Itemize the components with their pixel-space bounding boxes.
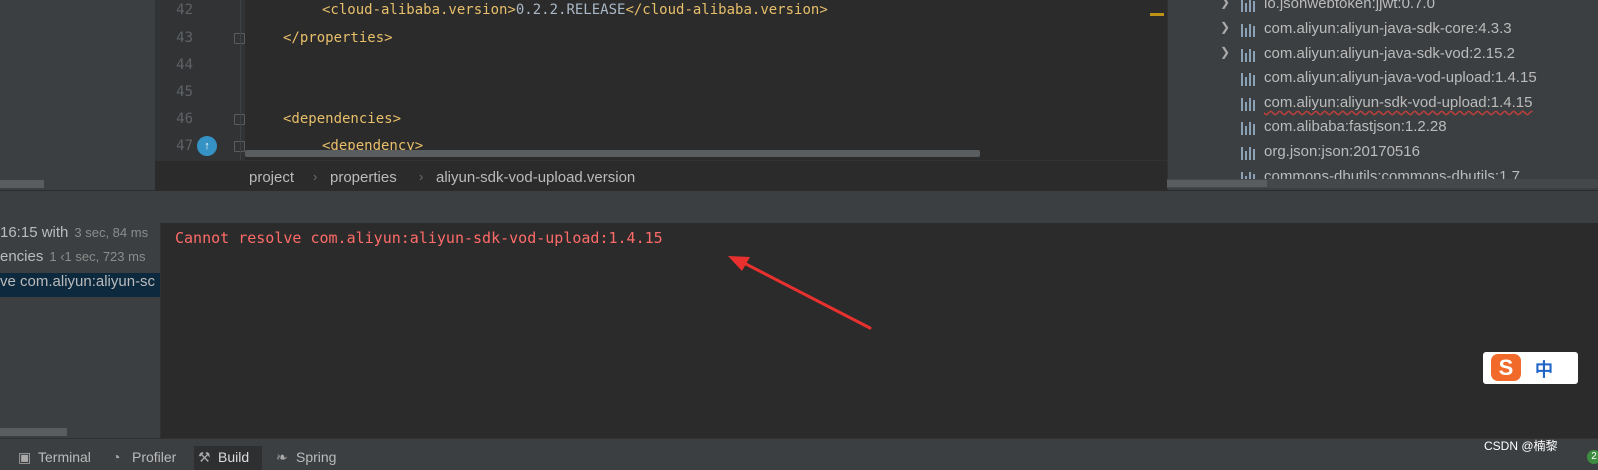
ime-language-toggle[interactable]: 中 xyxy=(1535,356,1553,382)
library-icon xyxy=(1241,24,1257,37)
line-number: 45 xyxy=(176,84,193,100)
dependency-label: com.alibaba:fastjson:1.2.28 xyxy=(1264,118,1447,135)
dependency-item[interactable]: ❯ com.aliyun:aliyun-java-sdk-vod:2.15.2 xyxy=(1168,45,1598,67)
build-tree-item[interactable]: 16:15 with 3 sec, 84 ms xyxy=(0,224,160,248)
spring-leaf-icon: ❧ xyxy=(276,449,288,465)
dependencies-scrollbar[interactable] xyxy=(1167,179,1598,188)
breadcrumb-item-project[interactable]: project xyxy=(249,169,294,186)
breadcrumb: project › properties › aliyun-sdk-vod-up… xyxy=(155,160,1167,191)
chevron-right-icon[interactable]: ❯ xyxy=(1220,45,1230,59)
dependency-item[interactable]: com.alibaba:fastjson:1.2.28 xyxy=(1168,118,1598,140)
build-tree-label: ve com.aliyun:aliyun-sc xyxy=(0,273,156,290)
build-tool-window-header xyxy=(0,190,1598,224)
fold-guide-line xyxy=(240,0,241,160)
xml-tag: </properties> xyxy=(283,30,393,46)
editor-gutter: 42 43 44 45 46 47 xyxy=(155,0,245,160)
warning-stripe-marker[interactable] xyxy=(1150,13,1164,16)
sogou-logo-icon: S xyxy=(1491,354,1521,381)
editor-horizontal-scrollbar[interactable] xyxy=(245,150,980,157)
tab-label: Terminal xyxy=(38,449,91,465)
build-duration: 1 ‹1 sec, 723 ms xyxy=(49,249,146,264)
dependency-label: com.aliyun:aliyun-sdk-vod-upload:1.4.15 xyxy=(1264,94,1533,111)
maven-dependencies-panel: ❯ io.jsonwebtoken:jjwt:0.7.0 ❯ com.aliyu… xyxy=(1167,0,1598,190)
breadcrumb-item-properties[interactable]: properties xyxy=(330,169,397,186)
project-panel-scrollbar[interactable] xyxy=(0,180,44,188)
dependency-label: com.aliyun:aliyun-java-vod-upload:1.4.15 xyxy=(1264,69,1537,86)
tab-label: Spring xyxy=(296,449,337,465)
xml-text: 0.2.2.RELEASE xyxy=(515,2,626,18)
annotation-arrow-icon xyxy=(728,256,872,330)
breadcrumb-item-version[interactable]: aliyun-sdk-vod-upload.version xyxy=(436,169,635,186)
tab-label: Profiler xyxy=(132,449,177,465)
xml-tag: <dependencies> xyxy=(283,111,402,127)
build-tree-item[interactable]: encies 1 ‹1 sec, 723 ms xyxy=(0,248,160,272)
code-line-42: <cloud-alibaba.version>0.2.2.RELEASE</cl… xyxy=(322,2,828,18)
library-icon xyxy=(1241,122,1257,135)
build-tree-scrollbar[interactable] xyxy=(0,428,67,436)
line-number: 44 xyxy=(176,57,193,73)
terminal-icon: ▣ xyxy=(18,449,32,465)
tool-window-bar: ▣ Terminal ◔ Profiler ⚒ Build ❧ Spring xyxy=(0,438,1598,470)
dependency-item[interactable]: ❯ io.jsonwebtoken:jjwt:0.7.0 xyxy=(1168,0,1598,17)
dependency-item[interactable]: ❯ com.aliyun:aliyun-java-sdk-core:4.3.3 xyxy=(1168,20,1598,42)
build-tree-label: 16:15 with xyxy=(0,224,69,241)
line-number: 46 xyxy=(176,111,193,127)
notification-badge[interactable]: 2 xyxy=(1587,450,1598,464)
xml-tag: </cloud-alibaba.version> xyxy=(625,2,828,18)
library-icon xyxy=(1241,49,1257,62)
build-tree-item-selected[interactable]: ve com.aliyun:aliyun-sc xyxy=(0,273,160,297)
project-panel-strip xyxy=(0,0,155,190)
code-line-46: <dependencies> xyxy=(283,111,401,127)
tab-terminal[interactable]: ▣ Terminal xyxy=(14,446,98,470)
tab-spring[interactable]: ❧ Spring xyxy=(272,446,346,470)
library-icon xyxy=(1241,0,1257,12)
library-icon xyxy=(1241,73,1257,86)
xml-tag: <cloud-alibaba.version> xyxy=(322,2,516,18)
library-icon xyxy=(1241,147,1257,160)
line-number: 42 xyxy=(176,2,193,18)
dependency-gutter-icon[interactable]: ↑ xyxy=(197,136,217,156)
ime-toolbar[interactable]: S 中 xyxy=(1483,352,1578,384)
dependency-item[interactable]: com.aliyun:aliyun-java-vod-upload:1.4.15 xyxy=(1168,69,1598,91)
build-duration: 3 sec, 84 ms xyxy=(74,225,149,240)
chevron-right-icon[interactable]: ❯ xyxy=(1220,0,1230,9)
chevron-right-icon[interactable]: ❯ xyxy=(1220,20,1230,34)
hammer-icon: ⚒ xyxy=(198,449,211,465)
build-tree-label: encies xyxy=(0,248,44,265)
tab-profiler[interactable]: ◔ Profiler xyxy=(108,446,186,470)
dependency-item-unresolved[interactable]: com.aliyun:aliyun-sdk-vod-upload:1.4.15 xyxy=(1168,94,1598,116)
breadcrumb-separator: › xyxy=(419,169,424,184)
code-line-43: </properties> xyxy=(283,30,393,46)
code-editor[interactable]: <cloud-alibaba.version>0.2.2.RELEASE</cl… xyxy=(245,0,1165,160)
library-icon xyxy=(1241,98,1257,111)
dependency-label: com.aliyun:aliyun-java-sdk-core:4.3.3 xyxy=(1264,20,1512,37)
dependency-label: io.jsonwebtoken:jjwt:0.7.0 xyxy=(1264,0,1435,12)
tab-build[interactable]: ⚒ Build xyxy=(194,446,262,470)
dependency-label: com.aliyun:aliyun-java-sdk-vod:2.15.2 xyxy=(1264,45,1515,62)
profiler-icon: ◔ xyxy=(112,449,121,465)
line-number: 47 xyxy=(176,138,193,154)
dependency-label: org.json:json:20170516 xyxy=(1264,143,1420,160)
scrollbar-thumb[interactable] xyxy=(1167,180,1267,187)
tab-label: Build xyxy=(218,449,250,465)
watermark: CSDN @楠黎 xyxy=(1484,439,1558,453)
error-message: Cannot resolve com.aliyun:aliyun-sdk-vod… xyxy=(175,229,663,247)
line-number: 43 xyxy=(176,30,193,46)
dependency-item[interactable]: org.json:json:20170516 xyxy=(1168,143,1598,165)
breadcrumb-separator: › xyxy=(313,169,318,184)
build-tree: 16:15 with 3 sec, 84 ms encies 1 ‹1 sec, 7… xyxy=(0,223,161,438)
